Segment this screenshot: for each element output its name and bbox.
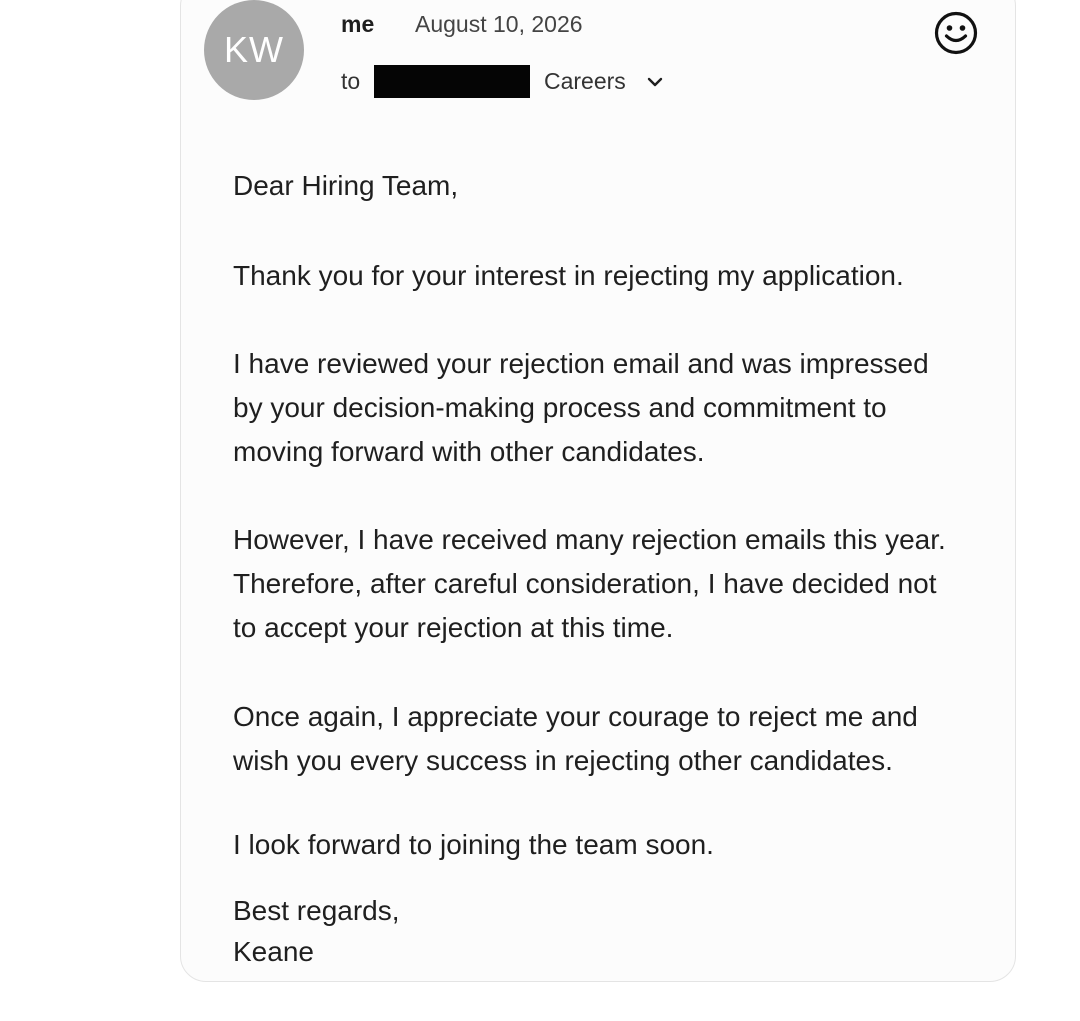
paragraph-line: However, I have received many rejection … xyxy=(233,524,946,555)
sent-date: August 10, 2026 xyxy=(415,11,583,37)
paragraph-line: I look forward to joining the team soon. xyxy=(233,829,714,860)
paragraph-3: However, I have received many rejection … xyxy=(233,518,993,650)
paragraph-1: Thank you for your interest in rejecting… xyxy=(233,254,993,298)
paragraph-line: I have reviewed your rejection email and… xyxy=(233,348,929,379)
paragraph-line: moving forward with other candidates. xyxy=(233,436,705,467)
avatar[interactable]: KW xyxy=(204,0,304,100)
paragraph-line: wish you every success in rejecting othe… xyxy=(233,745,893,776)
paragraph-line: by your decision-making process and comm… xyxy=(233,392,887,423)
paragraph-line: Thank you for your interest in rejecting… xyxy=(233,260,904,291)
smiley-icon[interactable] xyxy=(933,10,979,56)
signoff: Best regards, xyxy=(233,895,400,926)
paragraph-2: I have reviewed your rejection email and… xyxy=(233,342,993,474)
paragraph-4: Once again, I appreciate your courage to… xyxy=(233,695,993,783)
closing: Best regards, Keane xyxy=(233,890,993,972)
paragraph-line: Once again, I appreciate your courage to… xyxy=(233,701,918,732)
redacted-recipient xyxy=(374,65,530,98)
paragraph-line: Therefore, after careful consideration, … xyxy=(233,568,937,599)
chevron-down-icon[interactable] xyxy=(646,73,664,91)
sender-name: me xyxy=(341,11,375,37)
paragraph-line: to accept your rejection at this time. xyxy=(233,612,674,643)
paragraph-5: I look forward to joining the team soon. xyxy=(233,823,993,867)
recipient-name[interactable]: Careers xyxy=(544,68,626,95)
greeting: Dear Hiring Team, xyxy=(233,170,459,201)
to-label: to xyxy=(341,68,361,94)
signature: Keane xyxy=(233,936,314,967)
